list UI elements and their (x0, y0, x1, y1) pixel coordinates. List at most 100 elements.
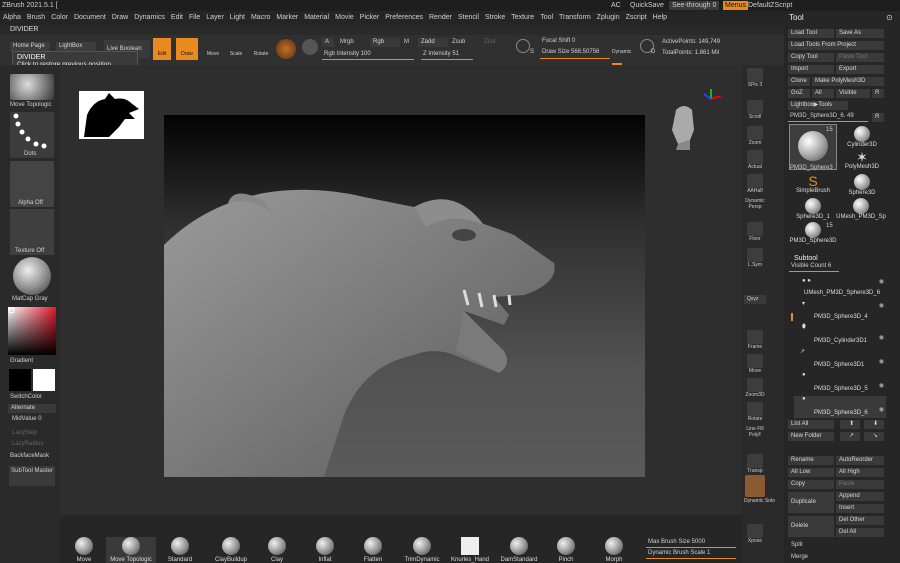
menu-macro[interactable]: Macro (251, 14, 270, 21)
subtool-row-1[interactable]: ▾ PM3D_Sphere3D_4 ◉ (794, 300, 886, 322)
merge-menu[interactable]: Merge (791, 554, 808, 560)
backface-mask-button[interactable]: BackfaceMask (10, 453, 49, 459)
menu-help[interactable]: Help (653, 14, 667, 21)
menu-stroke[interactable]: Stroke (485, 14, 505, 21)
copy-subtool-button[interactable]: Copy (788, 480, 834, 489)
move-down-icon[interactable]: ⬇ (864, 420, 884, 429)
tool-thumb-sphere3d[interactable]: Sphere3D (838, 174, 886, 196)
brush-knurles-hand[interactable]: Knurles_Hand (448, 537, 492, 563)
menu-dynamics[interactable]: Dynamics (134, 14, 165, 21)
load-tools-from-project-button[interactable]: Load Tools From Project (788, 41, 884, 50)
material-sphere-icon[interactable] (276, 39, 296, 59)
lazyradius-slider[interactable]: LazyRadius (12, 441, 43, 447)
paste-subtool-button[interactable]: Paste (836, 480, 884, 489)
zadd-toggle[interactable]: Zadd (418, 38, 448, 47)
m-toggle[interactable]: M (404, 39, 409, 45)
subtool-eye-icon-3[interactable]: ◉ (879, 358, 884, 365)
brush-standard[interactable]: Standard (160, 537, 200, 563)
clone-button[interactable]: Clone (788, 77, 810, 86)
menu-color[interactable]: Color (51, 14, 68, 21)
midvalue-slider[interactable]: MidValue 0 (12, 416, 42, 422)
actual-button[interactable]: Actual (743, 150, 767, 172)
subtool-row-4[interactable]: ● PM3D_Sphere3D_5 ◉ (794, 372, 886, 394)
edit-button[interactable]: Edit (153, 38, 171, 60)
split-menu[interactable]: Split (791, 542, 803, 548)
save-as-button[interactable]: Save As (836, 29, 884, 38)
tool-thumb-cylinder3d[interactable]: Cylinder3D (838, 126, 886, 148)
solo-button[interactable] (745, 475, 765, 497)
tool-thumb-polymesh3d[interactable]: ✶ PolyMesh3D (838, 150, 886, 170)
goz-button[interactable]: GoZ (788, 89, 810, 98)
current-tool-slider[interactable]: PM3D_Sphere3D_6. 49 (790, 113, 854, 119)
del-all-button[interactable]: Del All (836, 528, 884, 537)
dragon-head-model[interactable] (164, 115, 645, 478)
brush-morph[interactable]: Morph (594, 537, 634, 563)
brush-inflat[interactable]: Inflat (305, 537, 345, 563)
brush-move[interactable]: Move (64, 537, 104, 563)
dynamic-brush-scale-slider[interactable]: Dynamic Brush Scale 1 (648, 550, 710, 556)
menu-document[interactable]: Document (74, 14, 106, 21)
append-button[interactable]: Append (836, 492, 884, 501)
menu-material[interactable]: Material (304, 14, 329, 21)
duplicate-button[interactable]: Duplicate (788, 492, 834, 513)
subtool-row-3[interactable]: ↗ PM3D_Sphere3D1 ◉ (794, 348, 886, 370)
tool-palette-title[interactable]: Tool (789, 13, 804, 22)
subtool-row-2[interactable]: ⬮ PM3D_Cylinder3D1 ◉ (794, 324, 886, 346)
brush-clay[interactable]: Clay (257, 537, 297, 563)
subtool-master-button[interactable]: SubTool Master (9, 466, 55, 486)
menu-brush[interactable]: Brush (27, 14, 45, 21)
delete-button[interactable]: Delete (788, 516, 834, 537)
menu-picker[interactable]: Picker (360, 14, 379, 21)
load-tool-button[interactable]: Load Tool (788, 29, 834, 38)
autoreorder-button[interactable]: AutoReorder (836, 456, 884, 465)
goz-visible-button[interactable]: Visible (836, 89, 870, 98)
move-up-icon[interactable]: ⬆ (840, 420, 860, 429)
reference-thumbnail[interactable] (79, 91, 144, 139)
transp-button[interactable]: Transp (743, 454, 767, 476)
zcut-toggle[interactable]: Zcut (484, 39, 496, 45)
palette-close-icon[interactable]: ⊙ (886, 13, 893, 22)
secondary-color-swatch[interactable] (33, 369, 55, 391)
floor-button[interactable]: Floor (743, 222, 767, 244)
subtool-row-5[interactable]: ● PM3D_Sphere3D_6 ◉ (794, 396, 886, 418)
subtool-eye-icon-4[interactable]: ◉ (879, 382, 884, 389)
brush-move-topologic[interactable]: Move Topologic (106, 537, 156, 563)
menu-tool[interactable]: Tool (540, 14, 553, 21)
move-button[interactable]: Move (203, 38, 223, 60)
brush-pinch[interactable]: Pinch (546, 537, 586, 563)
menu-zscript[interactable]: Zscript (626, 14, 647, 21)
menu-movie[interactable]: Movie (335, 14, 354, 21)
scale-button[interactable]: Scale (226, 38, 246, 60)
tool-thumb-umesh[interactable]: UMesh_PM3D_Sp (836, 198, 886, 220)
tool-thumb-label-0[interactable]: PM3D_Sphere3 (790, 165, 833, 171)
matcap-sphere-icon[interactable] (13, 257, 51, 295)
switchcolor-button[interactable]: SwitchColor (10, 394, 42, 400)
subtool-eye-icon-2[interactable]: ◉ (879, 334, 884, 341)
insert-button[interactable]: Insert (836, 504, 884, 513)
brush-claybuildup[interactable]: ClayBuildup (209, 537, 253, 563)
subtool-title[interactable]: Subtool (794, 255, 818, 262)
polyf-button[interactable]: Line Fill PolyF (743, 426, 767, 448)
dynamic-toggle[interactable]: Dynamic (612, 49, 631, 55)
menu-preferences[interactable]: Preferences (385, 14, 423, 21)
list-all-button[interactable]: List All (788, 420, 834, 429)
del-other-button[interactable]: Del Other (836, 516, 884, 525)
move-view-button[interactable]: Move (743, 354, 767, 376)
rotate-button[interactable]: Rotate (250, 38, 272, 60)
max-brush-size-slider[interactable]: Max Brush Size 5000 (648, 539, 705, 545)
brush-trimdynamic[interactable]: TrimDynamic (399, 537, 445, 563)
lsym-button[interactable]: L.Sym (743, 248, 767, 270)
menu-light[interactable]: Light (230, 14, 245, 21)
rename-button[interactable]: Rename (788, 456, 834, 465)
rgb-toggle[interactable]: Rgb (370, 38, 400, 47)
draw-size-slider[interactable]: Draw Size 568.50756 (542, 49, 599, 55)
color-picker-cursor[interactable] (9, 308, 14, 313)
frame-button[interactable]: Frame (743, 330, 767, 352)
color-sphere-icon[interactable] (302, 39, 318, 55)
menu-file[interactable]: File (189, 14, 200, 21)
brush-flatten[interactable]: Flatten (353, 537, 393, 563)
subtool-eye-icon-5[interactable]: ◉ (879, 406, 884, 413)
alternate-button[interactable]: Alternate (8, 404, 56, 413)
menu-render[interactable]: Render (429, 14, 452, 21)
menu-transform[interactable]: Transform (559, 14, 591, 21)
